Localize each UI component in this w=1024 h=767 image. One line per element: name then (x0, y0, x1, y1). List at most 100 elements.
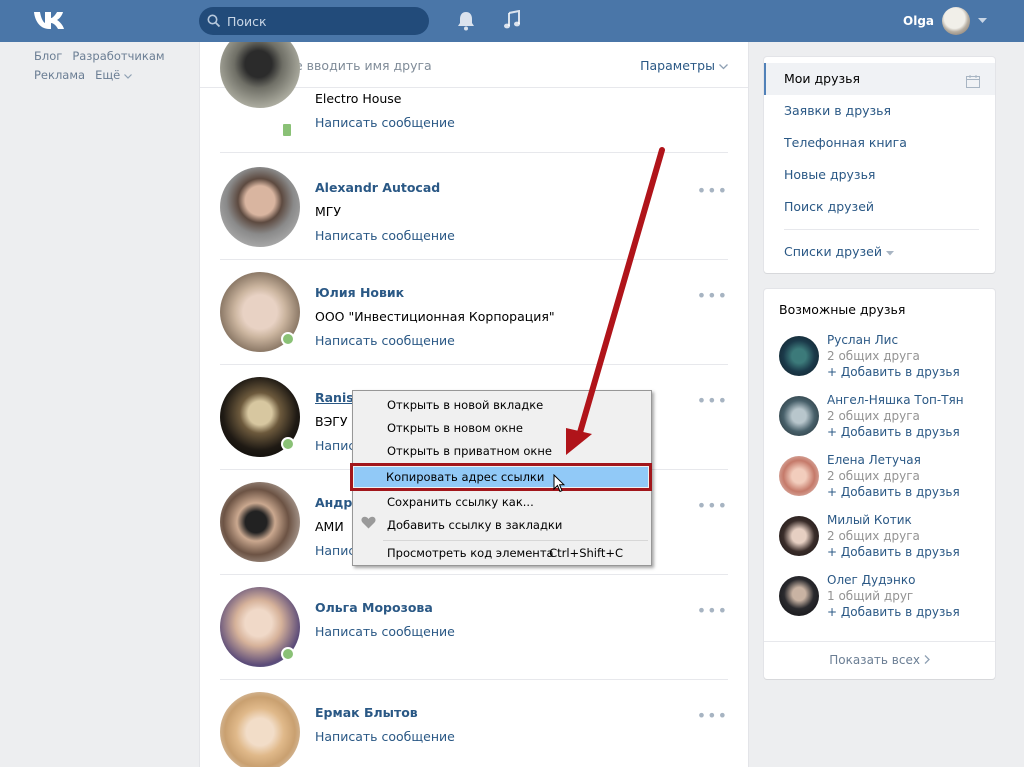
ctx-save-link-as[interactable]: Сохранить ссылку как... (387, 495, 534, 509)
menu-item-requests[interactable]: Заявки в друзья (784, 103, 891, 118)
header-search-input[interactable] (227, 7, 422, 35)
write-message-link[interactable]: Написать сообщение (315, 729, 455, 744)
more-icon[interactable]: ••• (697, 601, 728, 620)
ctx-inspect-shortcut: Ctrl+Shift+C (549, 546, 623, 560)
friend-name[interactable]: Юлия Новик (315, 285, 404, 300)
friend-row: Alexandr Autocad МГУ Написать сообщение … (200, 155, 748, 260)
friend-avatar[interactable] (220, 482, 300, 562)
friend-row: Ермак Блытов Написать сообщение ••• (200, 680, 748, 767)
menu-item-friend-lists[interactable]: Списки друзей (784, 244, 894, 259)
friend-subtitle: ООО "Инвестиционная Корпорация" (315, 309, 555, 324)
online-indicator (281, 332, 295, 346)
friend-name[interactable]: Alexandr Autocad (315, 180, 440, 195)
top-bar: Olga (0, 0, 1024, 42)
mutual-friends-count[interactable]: 1 общий друг (827, 589, 913, 603)
possible-friend-avatar[interactable] (779, 456, 819, 496)
ctx-copy-link-label: Копировать адрес ссылки (386, 470, 545, 484)
friend-row: Electro House Написать сообщение (200, 42, 748, 153)
left-footer-links: Блог Разработчикам Реклама Ещё (34, 47, 175, 85)
add-friend-link[interactable]: + Добавить в друзья (827, 365, 960, 379)
possible-friend-name[interactable]: Олег Дудэнко (827, 573, 915, 587)
more-icon[interactable]: ••• (697, 706, 728, 725)
write-message-link[interactable]: Написать сообщение (315, 333, 455, 348)
link-devs[interactable]: Разработчикам (72, 49, 164, 63)
mutual-friends-count[interactable]: 2 общих друга (827, 469, 920, 483)
friend-avatar[interactable] (220, 42, 300, 108)
possible-friend-item: Ангел-Няшка Топ-Тян 2 общих друга + Доба… (779, 393, 989, 449)
more-icon[interactable]: ••• (697, 286, 728, 305)
mutual-friends-count[interactable]: 2 общих друга (827, 349, 920, 363)
calendar-icon[interactable] (966, 75, 980, 88)
music-icon[interactable] (503, 10, 521, 30)
mutual-friends-count[interactable]: 2 общих друга (827, 409, 920, 423)
chevron-right-icon (924, 655, 930, 664)
online-indicator (281, 437, 295, 451)
context-menu: Открыть в новой вкладке Открыть в новом … (350, 390, 652, 566)
friend-subtitle: ВЭГУ ( (315, 414, 357, 429)
vk-logo[interactable] (33, 9, 69, 33)
show-all-link[interactable]: Показать всех (764, 653, 995, 667)
possible-friend-item: Милый Котик 2 общих друга + Добавить в д… (779, 513, 989, 569)
friend-subtitle: МГУ (315, 204, 342, 219)
add-friend-link[interactable]: + Добавить в друзья (827, 485, 960, 499)
write-message-link[interactable]: Написать сообщение (315, 228, 455, 243)
add-friend-link[interactable]: + Добавить в друзья (827, 545, 960, 559)
mouse-cursor-icon (553, 474, 565, 493)
friend-avatar[interactable] (220, 692, 300, 767)
write-message-link[interactable]: Написать сообщение (315, 624, 455, 639)
link-more[interactable]: Ещё (95, 68, 132, 82)
friend-name[interactable]: Ермак Блытов (315, 705, 418, 720)
ctx-open-new-window[interactable]: Открыть в новом окне (387, 421, 523, 435)
possible-friend-item: Олег Дудэнко 1 общий друг + Добавить в д… (779, 573, 989, 629)
friend-name[interactable]: Ольга Морозова (315, 600, 433, 615)
more-icon[interactable]: ••• (697, 181, 728, 200)
add-friend-link[interactable]: + Добавить в друзья (827, 425, 960, 439)
online-indicator (281, 647, 295, 661)
possible-friend-item: Руслан Лис 2 общих друга + Добавить в др… (779, 333, 989, 389)
ctx-bookmark-link[interactable]: Добавить ссылку в закладки (387, 518, 562, 532)
chevron-down-icon (885, 251, 894, 256)
ctx-inspect-element[interactable]: Просмотреть код элемента (387, 546, 554, 560)
possible-friend-name[interactable]: Елена Летучая (827, 453, 921, 467)
divider (383, 540, 648, 541)
possible-friend-name[interactable]: Ангел-Няшка Топ-Тян (827, 393, 964, 407)
add-friend-link[interactable]: + Добавить в друзья (827, 605, 960, 619)
menu-item-find-friends[interactable]: Поиск друзей (784, 199, 874, 214)
header-search[interactable] (199, 7, 429, 35)
friend-subtitle: Electro House (315, 91, 402, 106)
possible-friend-name[interactable]: Милый Котик (827, 513, 912, 527)
write-message-link[interactable]: Написать сообщение (315, 115, 455, 130)
friend-subtitle: АМИ (315, 519, 344, 534)
divider (220, 152, 728, 153)
user-avatar (942, 7, 971, 35)
friend-avatar[interactable] (220, 167, 300, 247)
possible-friend-avatar[interactable] (779, 516, 819, 556)
menu-item-my-friends[interactable]: Мои друзья (764, 63, 995, 95)
possible-friend-avatar[interactable] (779, 396, 819, 436)
more-icon[interactable]: ••• (697, 496, 728, 515)
possible-friend-name[interactable]: Руслан Лис (827, 333, 898, 347)
possible-friend-avatar[interactable] (779, 576, 819, 616)
ctx-open-private-window[interactable]: Открыть в приватном окне (387, 444, 552, 458)
possible-friends-title: Возможные друзья (779, 302, 906, 317)
menu-item-phonebook[interactable]: Телефонная книга (784, 135, 907, 150)
show-all-label: Показать всех (829, 653, 920, 667)
ctx-copy-link-address[interactable]: Копировать адрес ссылки (350, 463, 652, 491)
chevron-down-icon (123, 74, 132, 79)
user-menu[interactable]: Olga (903, 6, 988, 36)
friend-row: Юлия Новик ООО "Инвестиционная Корпораци… (200, 260, 748, 365)
mutual-friends-count[interactable]: 2 общих друга (827, 529, 920, 543)
menu-item-new-friends[interactable]: Новые друзья (784, 167, 875, 182)
heart-icon (361, 516, 376, 529)
link-more-label: Ещё (95, 68, 121, 82)
possible-friend-item: Елена Летучая 2 общих друга + Добавить в… (779, 453, 989, 509)
possible-friend-avatar[interactable] (779, 336, 819, 376)
link-blog[interactable]: Блог (34, 49, 62, 63)
bell-icon[interactable] (457, 11, 475, 31)
menu-item-label: Списки друзей (784, 244, 882, 259)
menu-item-label: Мои друзья (784, 71, 861, 86)
ctx-open-new-tab[interactable]: Открыть в новой вкладке (387, 398, 543, 412)
friend-row: Ольга Морозова Написать сообщение ••• (200, 575, 748, 680)
link-ads[interactable]: Реклама (34, 68, 85, 82)
more-icon[interactable]: ••• (697, 391, 728, 410)
